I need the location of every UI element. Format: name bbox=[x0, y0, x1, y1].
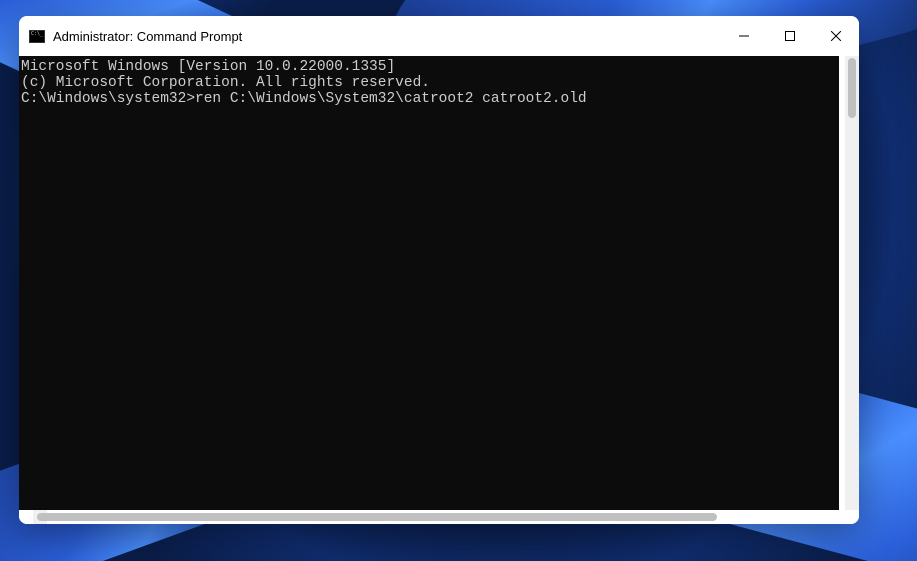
terminal-line: (c) Microsoft Corporation. All rights re… bbox=[21, 76, 839, 92]
terminal-line: Microsoft Windows [Version 10.0.22000.13… bbox=[21, 60, 839, 76]
minimize-icon bbox=[739, 31, 749, 41]
terminal-command: ren C:\Windows\System32\catroot2 catroot… bbox=[195, 92, 587, 108]
cmd-icon bbox=[29, 30, 45, 43]
terminal-output[interactable]: Microsoft Windows [Version 10.0.22000.13… bbox=[19, 56, 839, 510]
maximize-button[interactable] bbox=[767, 16, 813, 56]
close-button[interactable] bbox=[813, 16, 859, 56]
terminal-prompt: C:\Windows\system32> bbox=[21, 92, 195, 108]
terminal-container: Microsoft Windows [Version 10.0.22000.13… bbox=[19, 56, 859, 510]
command-prompt-window: Administrator: Command Prompt Microso bbox=[19, 16, 859, 524]
vertical-scrollbar[interactable] bbox=[845, 56, 859, 510]
horizontal-scrollbar-thumb[interactable] bbox=[37, 513, 717, 521]
maximize-icon bbox=[785, 31, 795, 41]
vertical-scrollbar-thumb[interactable] bbox=[848, 58, 856, 118]
titlebar[interactable]: Administrator: Command Prompt bbox=[19, 16, 859, 56]
window-title: Administrator: Command Prompt bbox=[53, 29, 721, 44]
minimize-button[interactable] bbox=[721, 16, 767, 56]
close-icon bbox=[831, 31, 841, 41]
bottom-scroll-area bbox=[19, 510, 859, 524]
window-controls bbox=[721, 16, 859, 56]
terminal-prompt-line: C:\Windows\system32>ren C:\Windows\Syste… bbox=[21, 92, 839, 108]
